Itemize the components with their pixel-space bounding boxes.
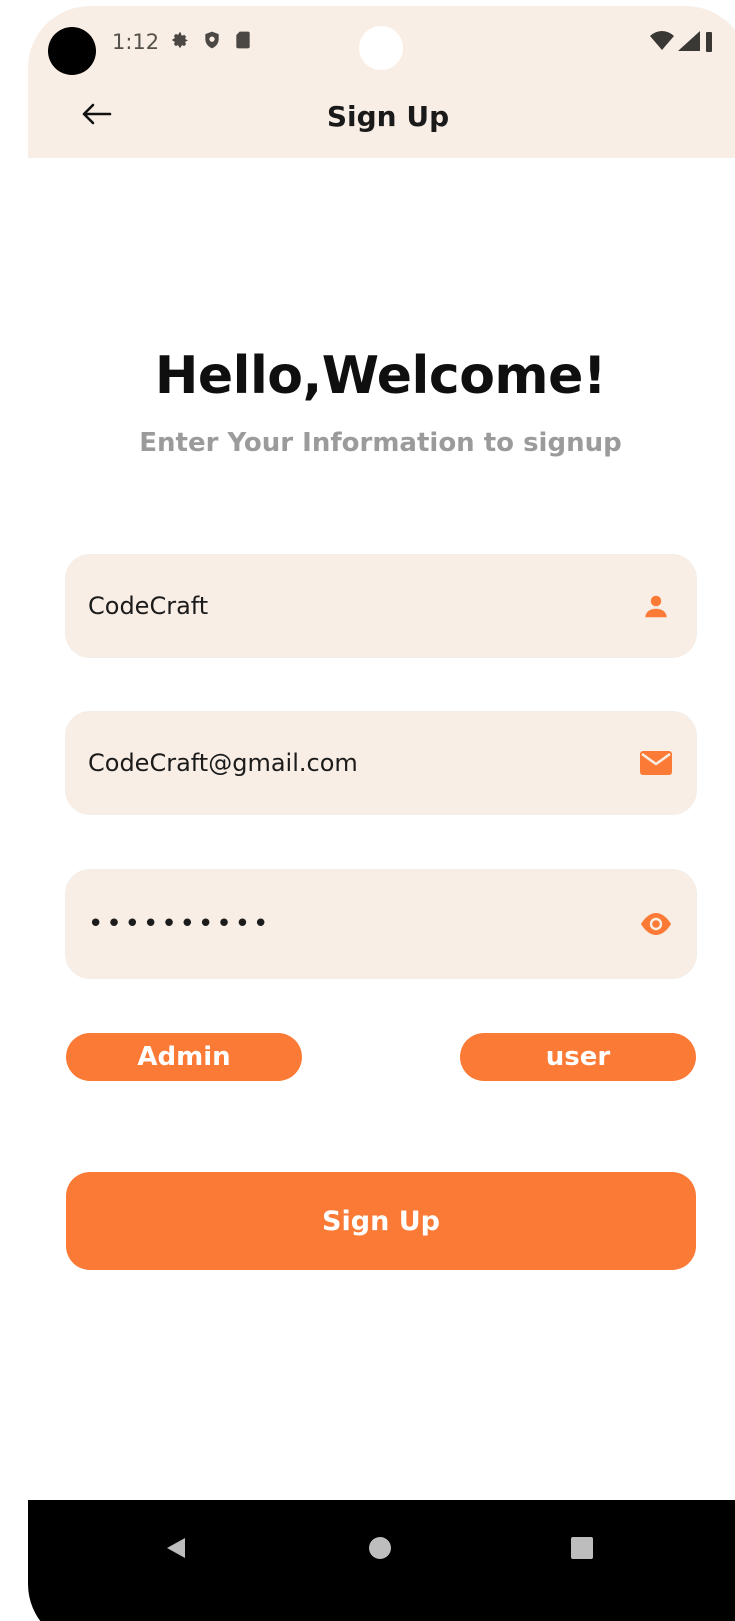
password-field <box>66 870 696 978</box>
settings-icon <box>172 32 188 48</box>
password-input[interactable] <box>88 909 638 939</box>
nav-back-button[interactable] <box>154 1526 198 1570</box>
triangle-back-icon <box>167 1538 185 1558</box>
sd-card-icon <box>236 31 250 49</box>
welcome-heading: Hello,Welcome! <box>154 346 607 406</box>
status-time: 1:12 <box>112 30 160 54</box>
square-recents-icon <box>571 1537 593 1559</box>
phone-screen: 1:12 Sign Up Hello,Welcome! Enter Your I… <box>28 6 735 1621</box>
admin-role-button[interactable]: Admin <box>66 1033 302 1081</box>
mail-icon <box>638 745 674 781</box>
app-header: 1:12 Sign Up <box>28 6 735 158</box>
shield-icon <box>205 31 219 49</box>
system-nav-bar <box>28 1500 735 1621</box>
nav-recents-button[interactable] <box>560 1526 604 1570</box>
email-input[interactable] <box>88 749 638 777</box>
signal-icons <box>650 30 712 52</box>
user-role-button[interactable]: user <box>460 1033 696 1081</box>
status-icons <box>170 30 252 50</box>
name-field <box>66 555 696 657</box>
welcome-subtitle: Enter Your Information to signup <box>139 428 622 458</box>
person-icon <box>638 588 674 624</box>
page-title: Sign Up <box>326 100 450 133</box>
wifi-icon <box>650 31 674 50</box>
email-field <box>66 712 696 814</box>
circle-home-icon <box>369 1537 391 1559</box>
cell-signal-icon <box>678 31 700 51</box>
battery-icon <box>706 32 712 52</box>
eye-icon[interactable] <box>638 906 674 942</box>
camera-cutout <box>48 27 96 75</box>
nav-home-button[interactable] <box>358 1526 402 1570</box>
sign-up-button[interactable]: Sign Up <box>66 1172 696 1270</box>
name-input[interactable] <box>88 592 638 620</box>
front-sensor <box>359 26 403 70</box>
